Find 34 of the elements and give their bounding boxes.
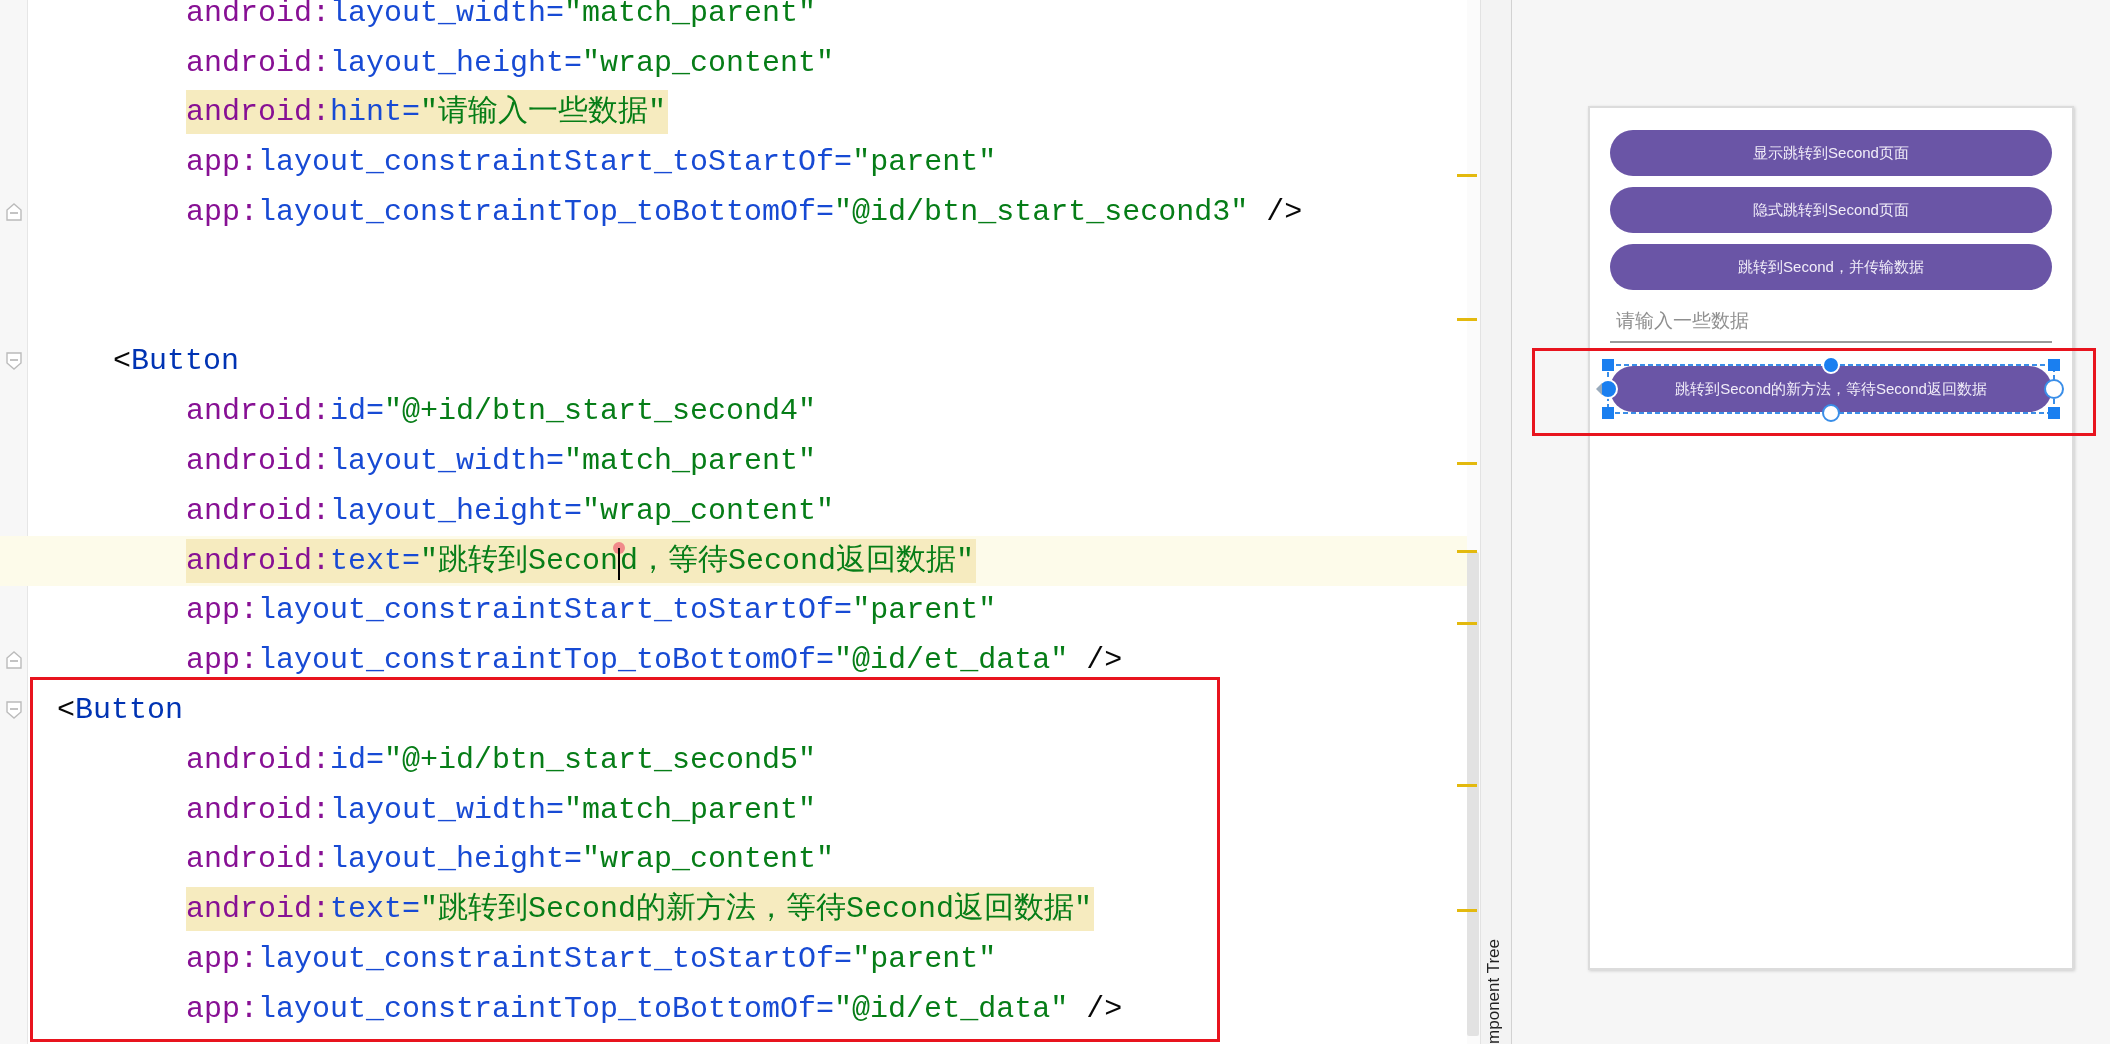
code-line: android:layout_width="match_parent" <box>186 443 818 481</box>
preview-button[interactable]: 跳转到Second的新方法，等待Second返回数据 <box>1610 366 2052 412</box>
warning-marker[interactable] <box>1457 550 1477 553</box>
code-line: android:id="@+id/btn_start_second4" <box>186 393 818 431</box>
preview-button[interactable]: 跳转到Second，并传输数据 <box>1610 244 2052 290</box>
warning-marker[interactable] <box>1457 174 1477 177</box>
input-field[interactable]: 请输入一些数据 <box>1610 307 2052 343</box>
warning-marker[interactable] <box>1457 622 1477 625</box>
warning-marker[interactable] <box>1457 784 1477 787</box>
code-line: android:layout_height="wrap_content" <box>186 841 836 879</box>
code-line: app:layout_constraintTop_toBottomOf="@id/btn_start_second3" /> <box>186 194 1304 232</box>
warning-marker[interactable] <box>1457 462 1477 465</box>
code-line: android:layout_height="wrap_content" <box>186 44 836 82</box>
fold-icon[interactable] <box>3 351 24 372</box>
fold-icon[interactable] <box>3 700 24 721</box>
code-line: <Button <box>57 692 185 730</box>
code-line: android:layout_width="match_parent" <box>186 0 818 32</box>
code-line: app:layout_constraintStart_toStartOf="parent" <box>186 592 998 630</box>
component-tree-tab[interactable]: mponent Tree <box>1484 939 1504 1044</box>
fold-icon[interactable] <box>3 650 24 671</box>
preview-button[interactable]: 隐式跳转到Second页面 <box>1610 187 2052 233</box>
fold-icon[interactable] <box>3 202 24 223</box>
scrollbar-thumb[interactable] <box>1467 552 1479 1036</box>
code-line: app:layout_constraintStart_toStartOf="parent" <box>186 144 998 182</box>
code-line: android:id="@+id/btn_start_second5" <box>186 741 818 779</box>
code-line: app:layout_constraintStart_toStartOf="parent" <box>186 941 998 979</box>
warning-marker[interactable] <box>1457 318 1477 321</box>
code-line: app:layout_constraintTop_toBottomOf="@id/et_data" /> <box>186 990 1124 1028</box>
warning-marker[interactable] <box>1457 909 1477 912</box>
preview-button[interactable]: 显示跳转到Second页面 <box>1610 130 2052 176</box>
code-line: android:layout_width="match_parent" <box>186 791 818 829</box>
code-line: <Button <box>113 343 241 381</box>
code-line: app:layout_constraintTop_toBottomOf="@id/et_data" /> <box>186 642 1124 680</box>
code-line: android:layout_height="wrap_content" <box>186 492 836 530</box>
